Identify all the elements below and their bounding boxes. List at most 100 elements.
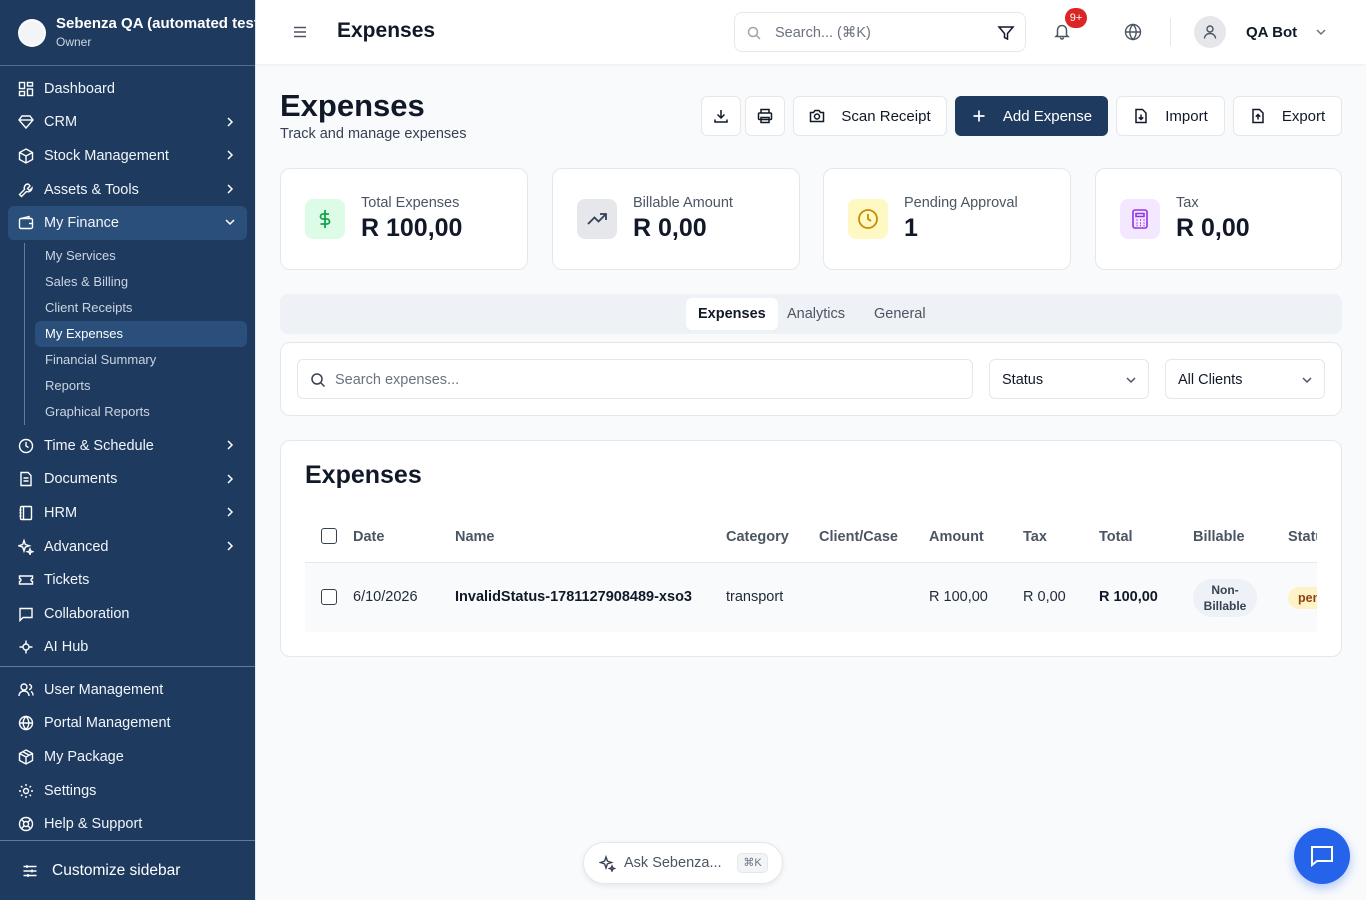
- sidebar-subitem-my-expenses[interactable]: My Expenses: [35, 320, 247, 347]
- sidebar-item-label: Advanced: [44, 538, 109, 555]
- column-header-name[interactable]: Name: [455, 529, 495, 545]
- sidebar-item-label: Settings: [44, 782, 97, 799]
- column-header-amount[interactable]: Amount: [929, 529, 984, 545]
- sidebar-item-label: Help & Support: [44, 816, 143, 833]
- sidebar-item-label: My Finance: [44, 215, 119, 232]
- sidebar-item-label: AI Hub: [44, 639, 89, 656]
- sidebar-item-my-package[interactable]: My Package: [8, 740, 247, 774]
- sidebar-item-my-finance[interactable]: My Finance: [8, 206, 247, 240]
- export-button[interactable]: Export: [1233, 96, 1342, 136]
- column-header-status[interactable]: Status: [1288, 529, 1317, 545]
- expense-search-input[interactable]: Search expenses...: [297, 359, 973, 399]
- search-icon: [747, 26, 761, 40]
- chevron-right-icon: [227, 440, 234, 450]
- download-icon: [714, 110, 728, 123]
- customize-sidebar-button[interactable]: Customize sidebar: [0, 840, 255, 900]
- print-button[interactable]: [745, 96, 785, 136]
- sidebar-item-collaboration[interactable]: Collaboration: [8, 597, 247, 631]
- sidebar-item-help-support[interactable]: Help & Support: [8, 807, 247, 841]
- wrench-icon: [18, 182, 33, 198]
- clock-icon: [848, 199, 888, 239]
- tab-expenses[interactable]: Expenses: [686, 298, 778, 330]
- tab-analytics[interactable]: Analytics: [775, 298, 857, 330]
- ticket-icon: [18, 575, 34, 585]
- sidebar-item-hrm[interactable]: HRM: [8, 496, 247, 530]
- sidebar-subitem-reports[interactable]: Reports: [35, 373, 247, 399]
- row-checkbox[interactable]: [321, 589, 337, 605]
- menu-icon[interactable]: [293, 25, 307, 39]
- language-globe-icon[interactable]: [1124, 23, 1142, 41]
- avatar[interactable]: [1194, 16, 1226, 48]
- sidebar-subitem-sales-billing[interactable]: Sales & Billing: [35, 269, 247, 295]
- client-filter-select[interactable]: All Clients: [1165, 359, 1325, 399]
- sidebar-item-advanced[interactable]: Advanced: [8, 530, 247, 564]
- download-button[interactable]: [701, 96, 741, 136]
- stat-card-total-expenses: Total Expenses R 100,00: [280, 168, 528, 270]
- stat-label: Tax: [1176, 195, 1199, 211]
- diamond-icon: [18, 115, 34, 130]
- sidebar-item-stock-management[interactable]: Stock Management: [8, 139, 247, 173]
- global-search-input[interactable]: Search... (⌘K): [734, 12, 1026, 52]
- sidebar-subitem-financial-summary[interactable]: Financial Summary: [35, 347, 247, 373]
- sidebar: Sebenza QA (automated tests) Owner Dashb…: [0, 0, 256, 900]
- sidebar-item-label: User Management: [44, 681, 164, 698]
- sidebar-item-time-schedule[interactable]: Time & Schedule: [8, 429, 247, 463]
- sidebar-item-crm[interactable]: CRM: [8, 106, 247, 140]
- ai-icon: [19, 640, 33, 654]
- user-name[interactable]: QA Bot: [1246, 24, 1297, 41]
- scan-receipt-label: Scan Receipt: [841, 107, 931, 125]
- sidebar-item-user-management[interactable]: User Management: [8, 673, 247, 707]
- column-header-tax[interactable]: Tax: [1023, 529, 1047, 545]
- file-export-icon: [1252, 108, 1264, 124]
- chevron-down-icon: [1126, 377, 1136, 384]
- gear-icon: [19, 783, 33, 798]
- trending-up-icon: [577, 199, 617, 239]
- expenses-table: Date Name Category Client/Case Amount Ta…: [305, 517, 1317, 633]
- column-header-billable[interactable]: Billable: [1193, 529, 1245, 545]
- billable-badge: Non-Billable: [1193, 579, 1257, 617]
- topbar-title: Expenses: [337, 19, 436, 42]
- status-filter-select[interactable]: Status: [989, 359, 1149, 399]
- add-expense-button[interactable]: Add Expense: [955, 96, 1108, 136]
- sidebar-subitem-client-receipts[interactable]: Client Receipts: [35, 295, 247, 321]
- plus-icon: [973, 110, 985, 122]
- sidebar-item-label: Dashboard: [44, 80, 115, 97]
- sidebar-item-label: Stock Management: [44, 147, 169, 164]
- sidebar-item-label: My Package: [44, 748, 124, 765]
- cell-name[interactable]: InvalidStatus-1781127908489-xso3: [455, 589, 692, 605]
- client-filter-value: All Clients: [1178, 372, 1243, 388]
- sidebar-item-documents[interactable]: Documents: [8, 463, 247, 497]
- table-row[interactable]: 6/10/2026 InvalidStatus-1781127908489-xs…: [305, 562, 1317, 632]
- scan-receipt-button[interactable]: Scan Receipt: [793, 96, 947, 136]
- filter-icon[interactable]: [997, 24, 1015, 42]
- sidebar-item-settings[interactable]: Settings: [8, 774, 247, 808]
- sidebar-item-label: HRM: [44, 504, 78, 521]
- sidebar-subitem-graphical-reports[interactable]: Graphical Reports: [35, 399, 247, 425]
- chevron-right-icon: [227, 184, 234, 194]
- sidebar-item-dashboard[interactable]: Dashboard: [8, 72, 247, 106]
- column-header-total[interactable]: Total: [1099, 529, 1133, 545]
- stat-value: R 0,00: [633, 214, 707, 242]
- tab-general[interactable]: General: [862, 298, 938, 330]
- view-tabs: Expenses Analytics General: [280, 294, 1342, 334]
- sidebar-item-portal-management[interactable]: Portal Management: [8, 707, 247, 741]
- org-switcher[interactable]: Sebenza QA (automated tests) Owner: [0, 0, 255, 66]
- sidebar-subitem-my-services[interactable]: My Services: [35, 243, 247, 269]
- column-header-date[interactable]: Date: [353, 529, 384, 545]
- sidebar-item-ai-hub[interactable]: AI Hub: [8, 631, 247, 665]
- sidebar-item-tickets[interactable]: Tickets: [8, 563, 247, 597]
- select-all-checkbox[interactable]: [321, 528, 337, 544]
- chat-launcher-button[interactable]: [1294, 828, 1350, 884]
- customize-sidebar-label: Customize sidebar: [52, 861, 181, 879]
- org-name: Sebenza QA (automated tests): [56, 15, 255, 32]
- cell-category: transport: [726, 589, 784, 605]
- column-header-category[interactable]: Category: [726, 529, 789, 545]
- stat-card-tax: Tax R 0,00: [1095, 168, 1342, 270]
- camera-icon: [810, 109, 825, 123]
- sidebar-item-assets-tools[interactable]: Assets & Tools: [8, 173, 247, 207]
- ask-assistant-button[interactable]: Ask Sebenza... ⌘K: [583, 842, 783, 884]
- org-role: Owner: [56, 35, 92, 49]
- column-header-client-case[interactable]: Client/Case: [819, 529, 898, 545]
- chevron-down-icon[interactable]: [1316, 27, 1326, 37]
- import-button[interactable]: Import: [1116, 96, 1225, 136]
